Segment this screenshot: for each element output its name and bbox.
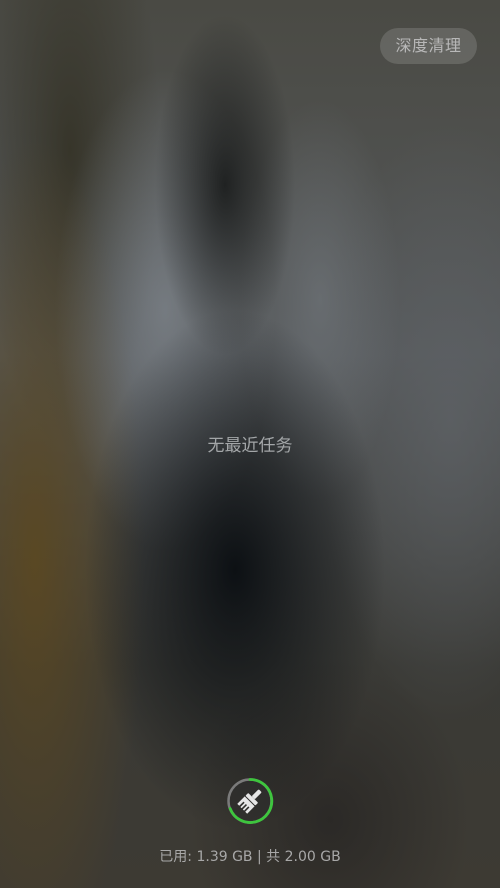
recents-screen: 深度清理 无最近任务 已用: 1.39 GB | 共 2.00 GB (0, 0, 500, 888)
clear-all-button[interactable] (226, 777, 274, 825)
no-recent-tasks-label: 无最近任务 (207, 436, 293, 456)
broom-icon (227, 778, 274, 824)
memory-usage-text: 已用: 1.39 GB | 共 2.00 GB (159, 849, 341, 865)
deep-clean-button[interactable]: 深度清理 (380, 28, 477, 64)
